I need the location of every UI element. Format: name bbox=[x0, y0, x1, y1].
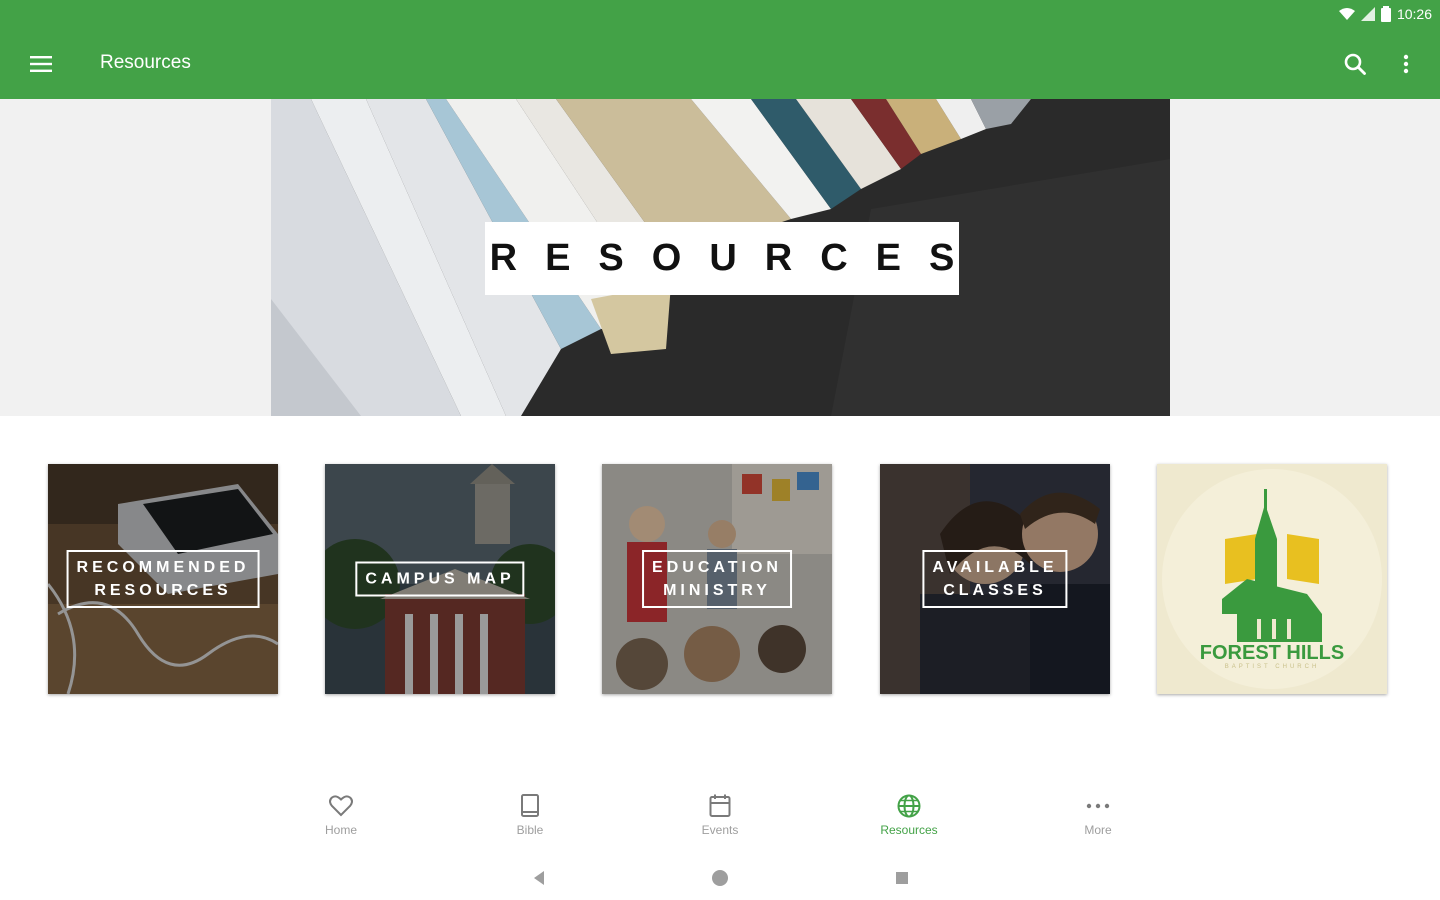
search-icon bbox=[1344, 53, 1366, 75]
nav-label: Bible bbox=[516, 823, 544, 837]
hero-label: RESOURCES bbox=[485, 222, 959, 295]
tile-campus-map[interactable]: CAMPUS MAP bbox=[325, 464, 555, 694]
page-title: Resources bbox=[100, 52, 191, 73]
book-icon bbox=[521, 794, 539, 817]
nav-item-resources[interactable]: Resources bbox=[854, 792, 964, 848]
logo-subtitle: BAPTIST CHURCH bbox=[1224, 664, 1320, 670]
tile-available-classes[interactable]: AVAILABLE CLASSES bbox=[880, 464, 1110, 694]
resources-hero-banner[interactable]: RESOURCES bbox=[271, 99, 1170, 416]
logo-text: FOREST HILLS bbox=[1199, 642, 1345, 664]
search-button[interactable] bbox=[1340, 50, 1370, 78]
system-home-button[interactable] bbox=[705, 863, 735, 893]
menu-button[interactable] bbox=[26, 50, 56, 78]
status-bar: 10:26 bbox=[1338, 4, 1432, 24]
nav-item-events[interactable]: Events bbox=[665, 792, 775, 848]
status-time: 10:26 bbox=[1396, 6, 1432, 22]
nav-item-home[interactable]: Home bbox=[286, 792, 396, 848]
nav-label: Events bbox=[701, 823, 739, 837]
tile-label: CAMPUS MAP bbox=[355, 561, 525, 597]
signal-icon bbox=[1360, 7, 1375, 21]
globe-icon bbox=[897, 794, 921, 818]
calendar-icon bbox=[709, 794, 731, 817]
system-recents-button[interactable] bbox=[887, 863, 917, 893]
system-navigation-bar bbox=[0, 855, 1440, 900]
more-vertical-icon bbox=[1403, 54, 1409, 74]
recents-square-icon bbox=[896, 872, 908, 884]
back-triangle-icon bbox=[534, 871, 544, 885]
hamburger-icon bbox=[30, 56, 52, 72]
bottom-navigation: Home Bible Events Resources More bbox=[0, 780, 1440, 850]
tile-label: RECOMMENDED RESOURCES bbox=[66, 550, 260, 608]
wifi-icon bbox=[1338, 8, 1355, 20]
heart-icon bbox=[329, 795, 353, 817]
nav-label: Home bbox=[324, 823, 357, 837]
nav-item-bible[interactable]: Bible bbox=[475, 792, 585, 848]
tile-forest-hills-logo[interactable]: FOREST HILLS BAPTIST CHURCH bbox=[1157, 464, 1387, 694]
battery-icon bbox=[1380, 6, 1391, 22]
tile-education-ministry[interactable]: EDUCATION MINISTRY bbox=[602, 464, 832, 694]
tile-recommended-resources[interactable]: RECOMMENDED RESOURCES bbox=[48, 464, 278, 694]
overflow-menu-button[interactable] bbox=[1394, 50, 1418, 78]
tile-label: EDUCATION MINISTRY bbox=[642, 550, 792, 608]
app-bar: 10:26 Resources bbox=[0, 0, 1440, 99]
system-back-button[interactable] bbox=[524, 863, 554, 893]
more-horizontal-icon bbox=[1086, 803, 1110, 809]
nav-label: Resources bbox=[880, 823, 938, 837]
home-circle-icon bbox=[712, 870, 728, 886]
nav-label: More bbox=[1084, 823, 1112, 837]
nav-item-more[interactable]: More bbox=[1043, 792, 1153, 848]
tile-label: AVAILABLE CLASSES bbox=[922, 550, 1068, 608]
